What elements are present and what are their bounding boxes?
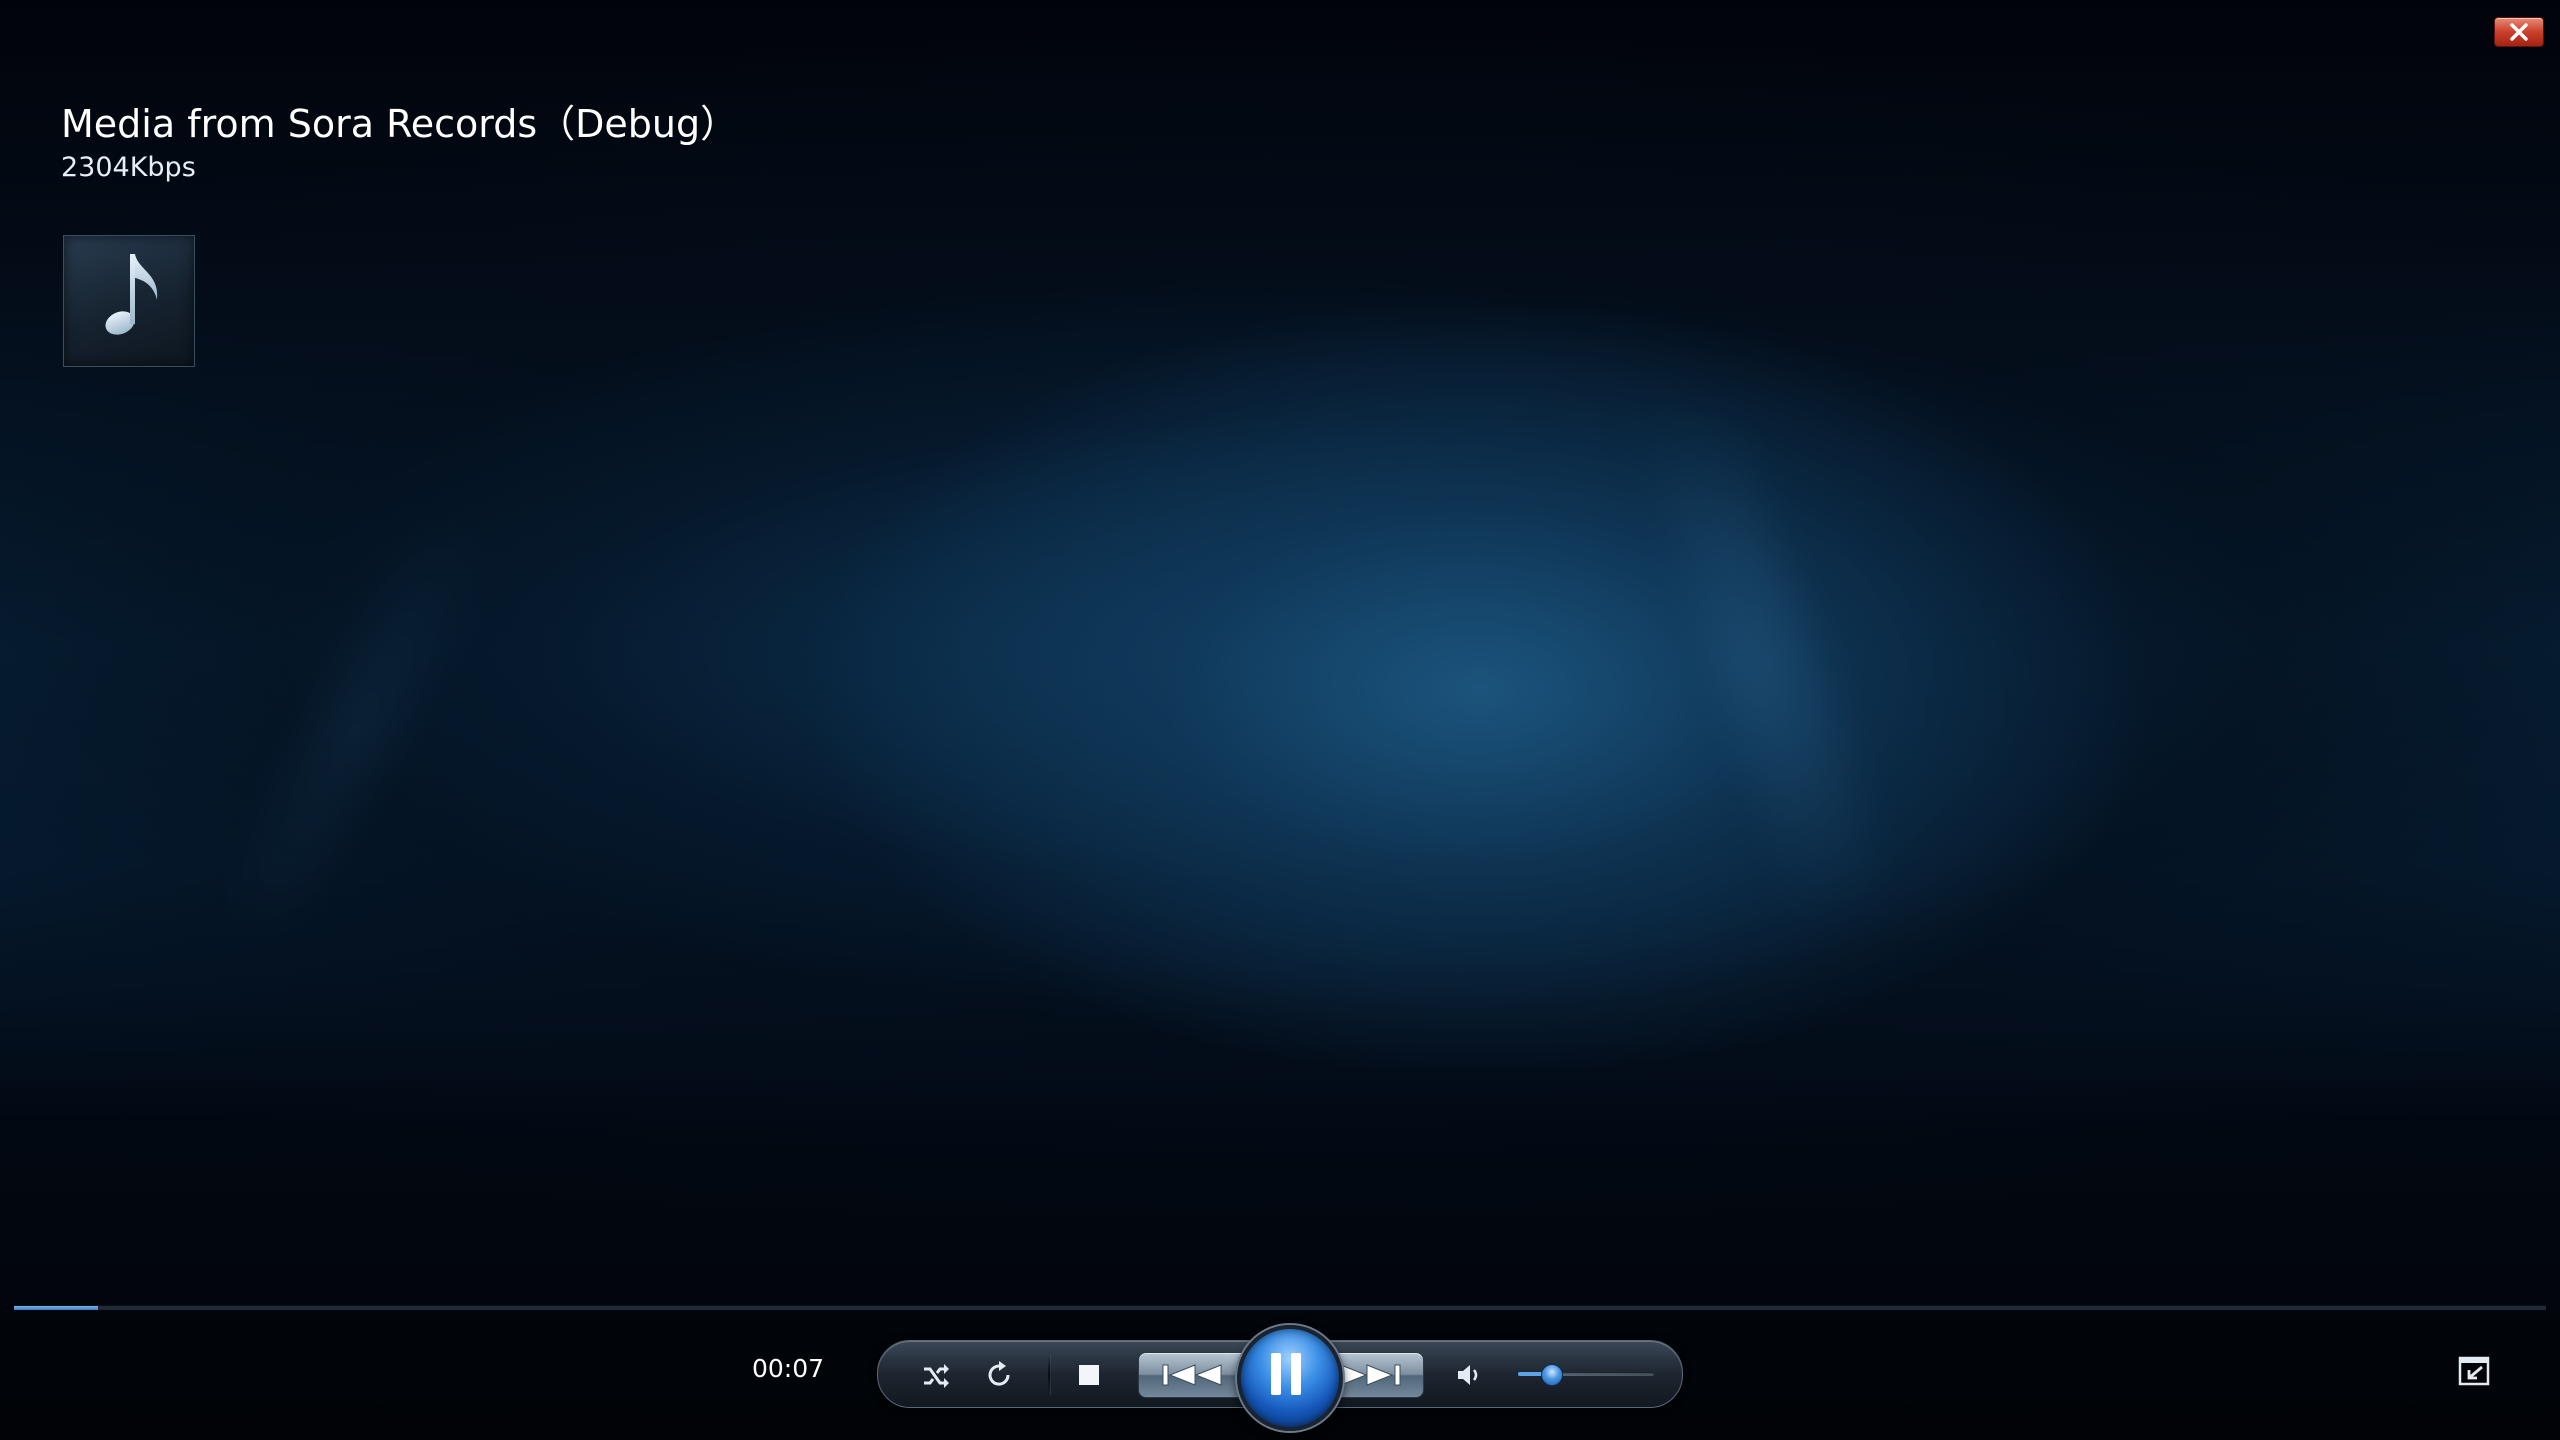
volume-slider[interactable] [1518, 1364, 1654, 1386]
music-note-icon [105, 254, 158, 335]
previous-icon [1162, 1364, 1222, 1386]
pause-icon [1271, 1353, 1301, 1395]
switch-view-icon[interactable] [2458, 1356, 2490, 1386]
background-light-beam [1635, 379, 1895, 941]
volume-slider-thumb[interactable] [1540, 1364, 1563, 1386]
background-light-beam [206, 492, 504, 968]
next-icon [1340, 1364, 1401, 1386]
playback-controls [877, 1325, 1683, 1431]
previous-button[interactable] [1138, 1352, 1252, 1398]
track-title: Media from Sora Records（Debug） [61, 102, 739, 146]
shuffle-icon[interactable] [920, 1359, 952, 1391]
close-icon [2510, 23, 2528, 41]
track-bitrate: 2304Kbps [61, 152, 196, 183]
stop-icon[interactable] [1075, 1361, 1103, 1389]
seek-bar-progress [14, 1306, 98, 1310]
track-info: Media from Sora Records（Debug） 2304Kbps [61, 98, 738, 186]
elapsed-time: 00:07 [752, 1354, 825, 1383]
pause-button[interactable] [1237, 1325, 1343, 1431]
speaker-icon[interactable] [1454, 1359, 1486, 1391]
album-art [63, 235, 195, 367]
controls-divider [1048, 1355, 1051, 1395]
close-button[interactable] [2494, 17, 2544, 47]
seek-bar[interactable] [14, 1305, 2546, 1310]
repeat-icon[interactable] [982, 1358, 1016, 1392]
now-playing-window: Media from Sora Records（Debug） 2304Kbps … [0, 0, 2560, 1440]
